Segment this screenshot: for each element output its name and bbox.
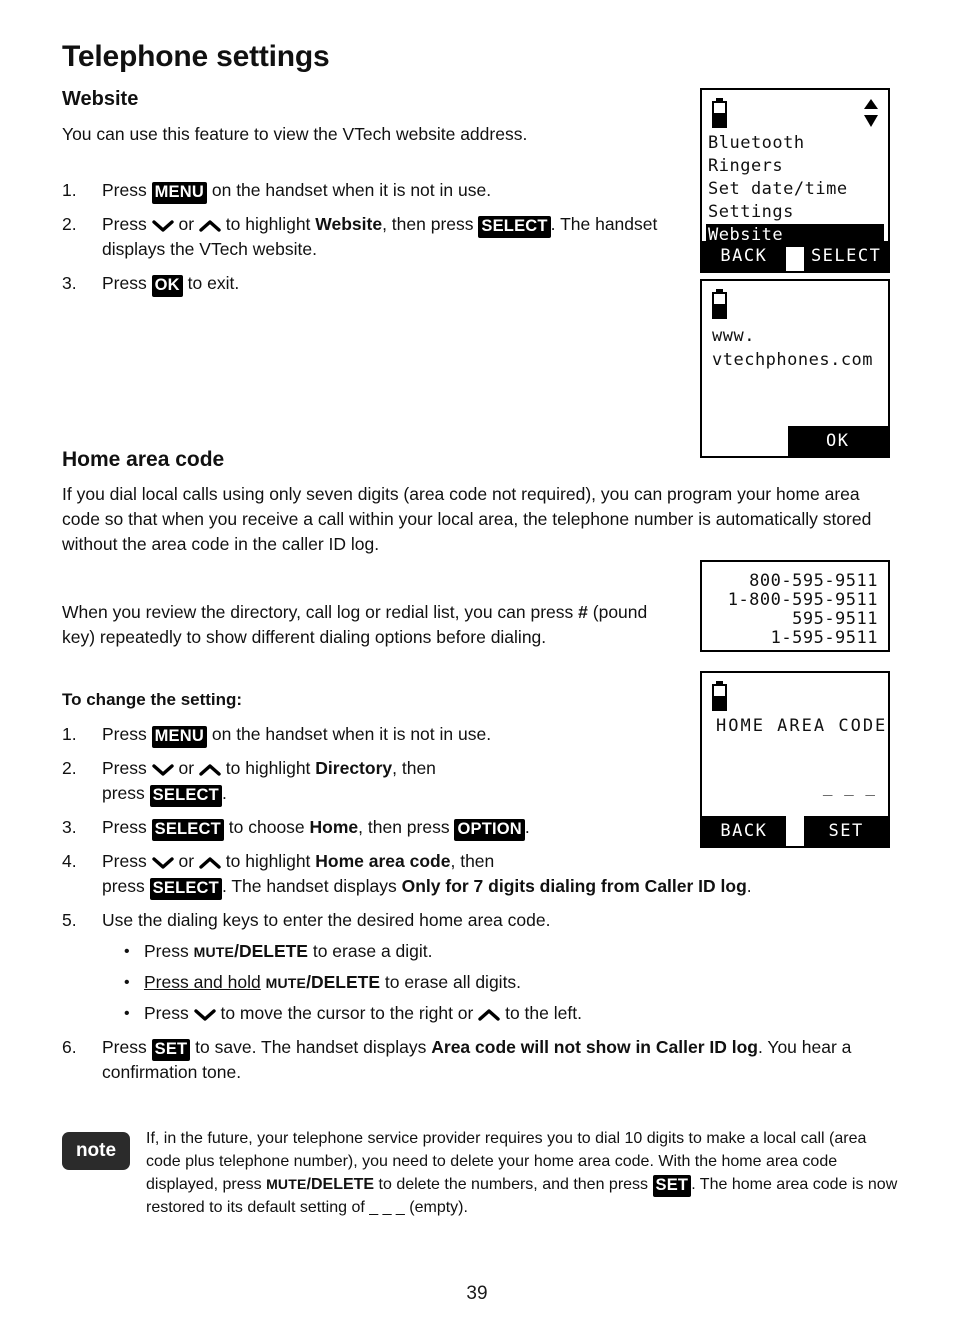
list-item: 4. Press or to highlight Home area code, … [62, 849, 892, 900]
list-item-text: Press MENU on the handset when it is not… [102, 724, 491, 748]
bullet-text: Press MUTE/DELETE to erase a digit. [144, 941, 433, 961]
chevron-down-icon [151, 220, 174, 232]
list-item-number: 3. [62, 273, 77, 293]
chevron-up-icon [199, 220, 221, 232]
keycap-menu[interactable]: MENU [151, 726, 207, 748]
chevron-down-icon [151, 857, 174, 869]
lcd-menu-item-set-date-time[interactable]: Set date/time [708, 178, 882, 201]
lcd-softkey-bar: OK [702, 426, 888, 456]
manual-page: Telephone settings Website You can use t… [0, 0, 954, 1336]
softkey-ok[interactable]: OK [787, 426, 888, 456]
list-item-text: Press or to highlight Directory, then pre… [102, 758, 436, 807]
keycap-select[interactable]: SELECT [149, 785, 222, 807]
list-item-number: 1. [62, 180, 77, 200]
website-steps-list: 1. Press MENU on the handset when it is n… [62, 178, 662, 305]
list-item-number: 3. [62, 817, 77, 837]
bullet-item: • Press to move the cursor to the right o… [102, 1001, 892, 1026]
lcd-screen-website: www. vtechphones.com OK [700, 279, 890, 458]
bullet-text: Press and hold MUTE/DELETE to erase all … [144, 972, 522, 992]
bullet-list: • Press MUTE/DELETE to erase a digit. • Pre… [102, 939, 892, 1026]
list-item-text: Press SELECT to choose Home, then press … [102, 817, 530, 841]
keycap-option[interactable]: OPTION [454, 819, 525, 841]
keycap-ok[interactable]: OK [151, 275, 183, 297]
lcd-menu-item-ringers[interactable]: Ringers [708, 155, 882, 178]
list-item: 5. Use the dialing keys to enter the desi… [62, 908, 892, 1026]
lcd-softkey-bar: BACK SET [702, 816, 888, 846]
list-item-text: Press or to highlight Website, then pres… [102, 214, 658, 259]
bullet-dot-icon: • [124, 974, 130, 991]
list-item-text: Press OK to exit. [102, 273, 239, 297]
list-item-number: 1. [62, 724, 77, 744]
bullet-dot-icon: • [124, 1005, 130, 1022]
softkey-set[interactable]: SET [804, 816, 888, 846]
section-heading-website: Website [62, 88, 139, 110]
bullet-item: • Press MUTE/DELETE to erase a digit. [102, 939, 892, 965]
chevron-up-icon [199, 857, 221, 869]
keycap-set[interactable]: SET [151, 1039, 191, 1061]
lcd-screen-dialing-options: 800-595-9511 1-800-595-9511 595-9511 1-595-… [700, 560, 890, 652]
list-item-number: 5. [62, 910, 77, 930]
lcd-menu-item-bluetooth[interactable]: Bluetooth [708, 132, 882, 155]
keycap-set[interactable]: SET [652, 1175, 692, 1197]
lcd-menu-item-settings[interactable]: Settings [708, 201, 882, 224]
lcd-screen-menu: Bluetooth Ringers Set date/time Settings Web… [700, 88, 890, 273]
page-number: 39 [466, 1283, 488, 1304]
home-area-code-paragraph-2: When you review the directory, call log … [62, 602, 648, 647]
lcd-home-area-code-title: HOME AREA CODE [716, 716, 888, 736]
list-item: 3. Press OK to exit. [62, 271, 662, 297]
note-block: note If, in the future, your telephone s… [62, 1128, 898, 1219]
battery-half-icon [712, 681, 727, 711]
list-item-number: 2. [62, 214, 77, 234]
lcd-softkey-bar: BACK SELECT [702, 241, 888, 271]
keycap-select[interactable]: SELECT [478, 216, 551, 238]
keycap-menu[interactable]: MENU [151, 182, 207, 204]
softkey-back[interactable]: BACK [702, 816, 786, 846]
lcd-dialing-option: 1-595-9511 [770, 628, 878, 648]
bullet-item: • Press and hold MUTE/DELETE to erase all… [102, 970, 892, 996]
list-item-text: Press MENU on the handset when it is not… [102, 180, 491, 204]
chevron-up-icon [199, 764, 221, 776]
list-item-number: 2. [62, 758, 77, 778]
softkey-select[interactable]: SELECT [804, 241, 888, 271]
website-intro-paragraph: You can use this feature to view the VTe… [62, 124, 528, 144]
keycap-select[interactable]: SELECT [151, 819, 224, 841]
softkey-back[interactable]: BACK [702, 241, 786, 271]
bullet-text: Press to move the cursor to the right or… [144, 1003, 582, 1023]
lcd-home-area-code-field[interactable]: _ _ _ [823, 777, 876, 796]
page-title: Telephone settings [62, 40, 330, 73]
lcd-website-line-1: www. [712, 326, 755, 346]
list-item-text: Use the dialing keys to enter the desire… [102, 910, 551, 930]
list-item-number: 4. [62, 851, 77, 871]
list-item: 2. Press or to highlight Website, then pr… [62, 212, 662, 262]
bullet-dot-icon: • [124, 943, 130, 960]
battery-half-icon [712, 98, 727, 128]
lcd-screen-home-area-code: HOME AREA CODE _ _ _ BACK SET [700, 671, 890, 848]
list-item: 6. Press SET to save. The handset display… [62, 1035, 892, 1085]
home-area-code-paragraph-1: If you dial local calls using only seven… [62, 484, 872, 554]
note-badge: note [62, 1132, 130, 1170]
keycap-select[interactable]: SELECT [149, 878, 222, 900]
section-heading-home-area-code: Home area code [62, 448, 225, 471]
list-item: 1. Press MENU on the handset when it is n… [62, 178, 662, 204]
scroll-up-down-icon [863, 98, 879, 128]
chevron-up-icon [478, 1009, 500, 1021]
lcd-website-line-2: vtechphones.com [712, 350, 874, 370]
chevron-down-icon [193, 1009, 216, 1021]
note-text: If, in the future, your telephone servic… [146, 1130, 898, 1216]
battery-half-icon [712, 289, 727, 319]
list-item-text: Press or to highlight Home area code, th… [102, 851, 752, 900]
list-item-text: Press SET to save. The handset displays … [102, 1037, 852, 1082]
list-item-number: 6. [62, 1037, 77, 1057]
subheading-to-change-the-setting: To change the setting: [62, 690, 243, 709]
chevron-down-icon [151, 764, 174, 776]
